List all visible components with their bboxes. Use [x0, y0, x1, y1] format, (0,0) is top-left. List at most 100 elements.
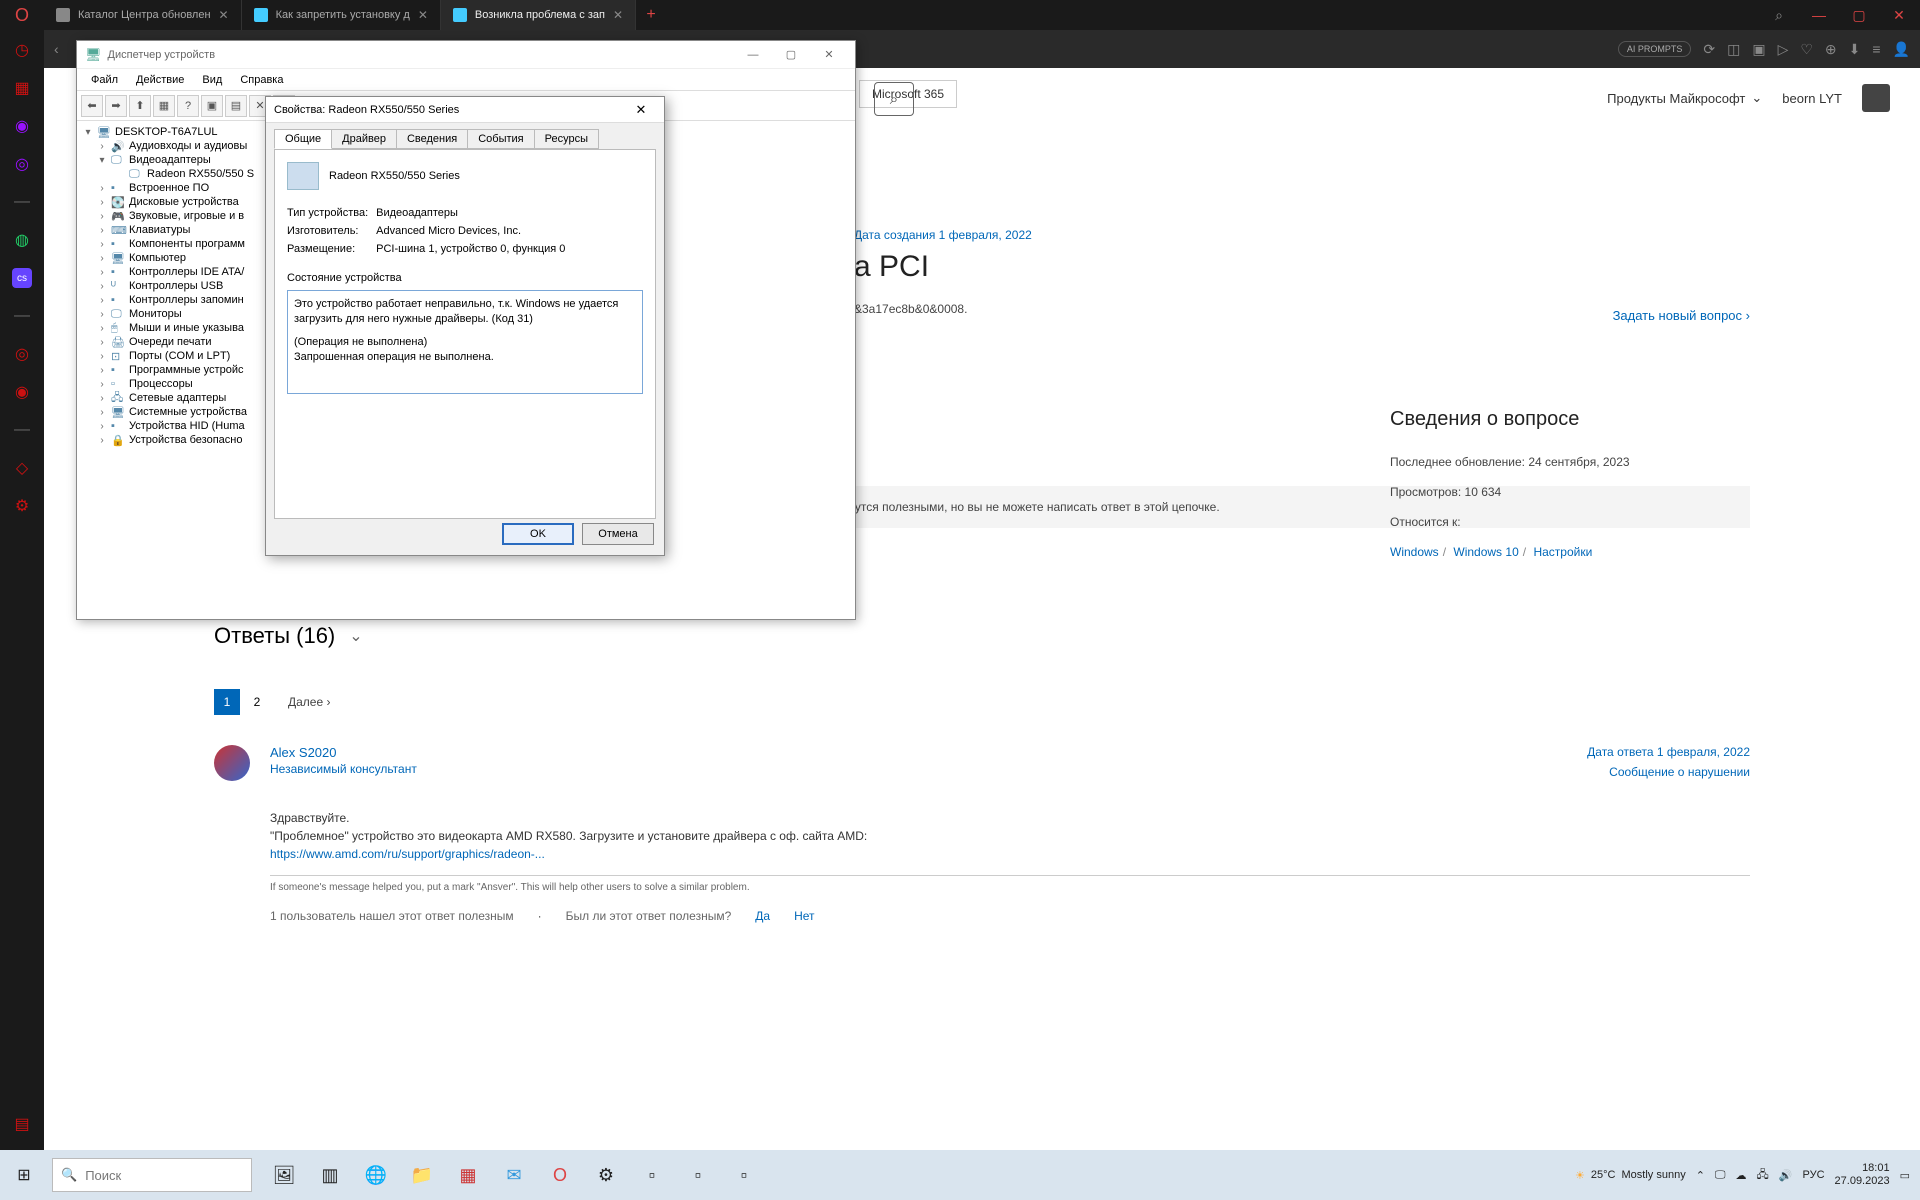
taskbar-app[interactable]: 🖼 [262, 1153, 306, 1197]
tray-icon[interactable]: ☁ [1736, 1169, 1747, 1182]
sidebar-icon[interactable]: ◇ [12, 458, 32, 478]
taskbar-app[interactable]: O [538, 1153, 582, 1197]
status-textbox[interactable]: Это устройство работает неправильно, т.к… [287, 290, 643, 394]
category-link[interactable]: Настройки [1533, 545, 1592, 559]
toolbar-icon[interactable]: ◫ [1727, 41, 1740, 58]
minimize-button[interactable]: — [735, 44, 771, 66]
toolbar-button[interactable]: ▤ [225, 95, 247, 117]
helpful-yes[interactable]: Да [755, 909, 770, 923]
toolbar-button[interactable]: ➡ [105, 95, 127, 117]
sidebar-icon[interactable]: ◉ [12, 116, 32, 136]
new-question-link[interactable]: Задать новый вопрос › [1613, 308, 1750, 323]
sidebar-icon[interactable]: cs [12, 268, 32, 288]
ok-button[interactable]: OK [502, 523, 574, 545]
toolbar-icon[interactable]: ♡ [1800, 41, 1813, 58]
taskbar-clock[interactable]: 18:01 27.09.2023 [1835, 1162, 1890, 1188]
toolbar-button[interactable]: ? [177, 95, 199, 117]
answer-link[interactable]: https://www.amd.com/ru/support/graphics/… [270, 847, 545, 861]
chevron-down-icon[interactable]: ⌄ [349, 626, 362, 646]
opera-menu-icon[interactable]: O [0, 0, 44, 30]
close-button[interactable]: ✕ [811, 44, 847, 66]
taskbar-app[interactable]: ▫ [676, 1153, 720, 1197]
search-icon[interactable]: ⌕ [1766, 7, 1792, 24]
answer-report[interactable]: Сообщение о нарушении [1587, 765, 1750, 779]
taskbar-app[interactable]: ✉ [492, 1153, 536, 1197]
sidebar-icon[interactable]: ⚙ [12, 496, 32, 516]
taskbar-search[interactable]: 🔍Поиск [52, 1158, 252, 1192]
tray-icon[interactable]: ▭ [1900, 1169, 1910, 1182]
close-icon[interactable]: ✕ [418, 8, 428, 22]
toolbar-icon[interactable]: ▷ [1778, 41, 1789, 58]
toolbar-icon[interactable]: ⊕ [1825, 41, 1837, 58]
toolbar-icon[interactable]: ▣ [1752, 41, 1765, 58]
new-tab-button[interactable]: + [636, 6, 666, 24]
taskbar-app[interactable]: ⚙ [584, 1153, 628, 1197]
close-icon[interactable]: ✕ [219, 8, 229, 22]
taskbar-app[interactable]: ▦ [446, 1153, 490, 1197]
props-titlebar[interactable]: Свойства: Radeon RX550/550 Series ✕ [266, 97, 664, 123]
close-icon[interactable]: ✕ [1886, 7, 1912, 24]
taskbar-app[interactable]: ▥ [308, 1153, 352, 1197]
tray-lang[interactable]: РУС [1803, 1169, 1825, 1181]
menu-view[interactable]: Вид [194, 72, 230, 88]
menu-help[interactable]: Справка [232, 72, 291, 88]
cancel-button[interactable]: Отмена [582, 523, 654, 545]
page-1[interactable]: 1 [214, 689, 240, 715]
minimize-icon[interactable]: — [1806, 7, 1832, 23]
tab-driver[interactable]: Драйвер [331, 129, 397, 149]
products-dropdown[interactable]: Продукты Майкрософт⌄ [1607, 90, 1762, 106]
toolbar-button[interactable]: ▣ [201, 95, 223, 117]
sidebar-icon[interactable]: — [12, 420, 32, 440]
sidebar-icon[interactable]: ▦ [12, 78, 32, 98]
menu-file[interactable]: Файл [83, 72, 126, 88]
sidebar-icon[interactable]: ◎ [12, 344, 32, 364]
ai-prompts-button[interactable]: AI PROMPTS [1618, 41, 1692, 57]
toolbar-button[interactable]: ⬅ [81, 95, 103, 117]
toolbar-button[interactable]: ⬆ [129, 95, 151, 117]
user-name[interactable]: beorn LYT [1782, 91, 1842, 106]
avatar[interactable] [214, 745, 250, 781]
category-link[interactable]: Windows 10 [1453, 545, 1518, 559]
category-link[interactable]: Windows [1390, 545, 1439, 559]
page-2[interactable]: 2 [244, 689, 270, 715]
toolbar-button[interactable]: ▦ [153, 95, 175, 117]
maximize-icon[interactable]: ▢ [1846, 7, 1872, 24]
sidebar-icon[interactable]: — [12, 306, 32, 326]
answer-author[interactable]: Alex S2020 [270, 745, 417, 760]
tray-icon[interactable]: 🔊 [1779, 1169, 1793, 1182]
toolbar-icon[interactable]: ≡ [1872, 41, 1880, 57]
browser-tab[interactable]: Возникла проблема с зап✕ [441, 0, 636, 30]
toolbar-icon[interactable]: ⟳ [1703, 41, 1715, 58]
helpful-no[interactable]: Нет [794, 909, 814, 923]
sidebar-icon[interactable]: ◷ [12, 40, 32, 60]
taskbar-app[interactable]: 📁 [400, 1153, 444, 1197]
search-button[interactable]: ⌕ [874, 82, 914, 116]
tab-events[interactable]: События [467, 129, 534, 149]
back-icon[interactable]: ‹ [54, 41, 59, 57]
toolbar-icon[interactable]: 👤 [1893, 41, 1910, 58]
sidebar-icon[interactable]: ▤ [12, 1114, 32, 1134]
browser-tab[interactable]: Каталог Центра обновлен✕ [44, 0, 242, 30]
menu-action[interactable]: Действие [128, 72, 192, 88]
avatar[interactable] [1862, 84, 1890, 112]
sidebar-icon[interactable]: — [12, 192, 32, 212]
tab-resources[interactable]: Ресурсы [534, 129, 599, 149]
tray-icon[interactable]: ⌃ [1696, 1169, 1705, 1182]
dm-titlebar[interactable]: 🖥 Диспетчер устройств — ▢ ✕ [77, 41, 855, 69]
maximize-button[interactable]: ▢ [773, 44, 809, 66]
browser-tab[interactable]: Как запретить установку д✕ [242, 0, 441, 30]
taskbar-app[interactable]: ▫ [722, 1153, 766, 1197]
weather-widget[interactable]: ☀ 25°C Mostly sunny [1575, 1169, 1686, 1182]
tray-icon[interactable]: 🖵 [1715, 1169, 1726, 1182]
sidebar-icon[interactable]: ◍ [12, 230, 32, 250]
taskbar-app[interactable]: 🌐 [354, 1153, 398, 1197]
tab-general[interactable]: Общие [274, 129, 332, 149]
tray-icon[interactable]: 🖧 [1757, 1166, 1769, 1185]
tab-details[interactable]: Сведения [396, 129, 468, 149]
toolbar-icon[interactable]: ⬇ [1849, 41, 1861, 58]
close-icon[interactable]: ✕ [613, 8, 623, 22]
taskbar-app[interactable]: ▫ [630, 1153, 674, 1197]
next-page[interactable]: Далее › [288, 695, 331, 709]
sidebar-icon[interactable]: ◉ [12, 382, 32, 402]
sidebar-icon[interactable]: ◎ [12, 154, 32, 174]
